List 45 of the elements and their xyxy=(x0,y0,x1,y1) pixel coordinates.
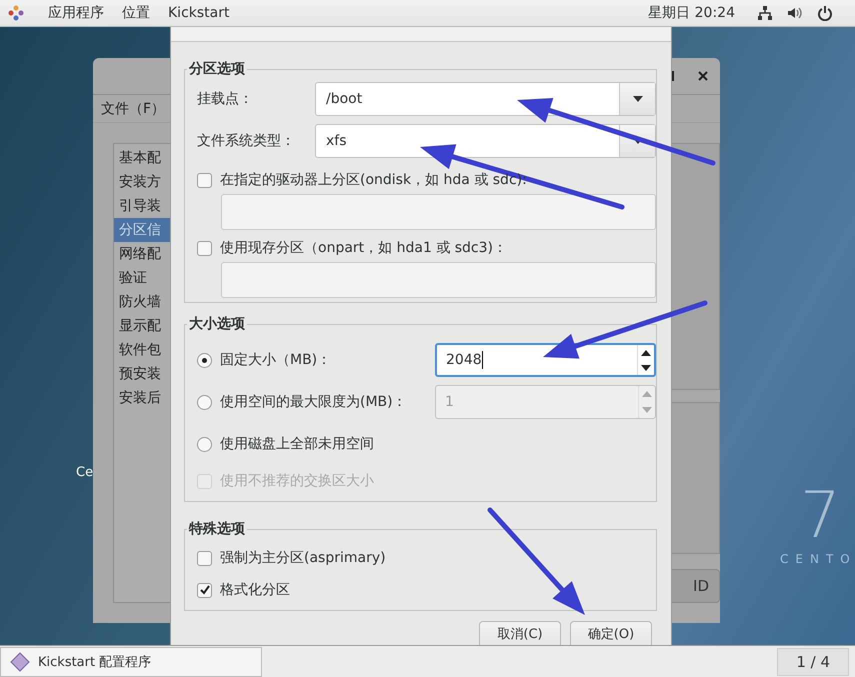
field-label: 挂载点： xyxy=(197,90,254,108)
desktop-icon-label[interactable]: Ce xyxy=(76,465,94,480)
clock[interactable]: 星期日 20:24 xyxy=(648,4,735,22)
radio-label: 使用空间的最大限度为(MB)： xyxy=(220,393,407,411)
section-title: 大小选项 xyxy=(188,315,246,333)
radio-button[interactable] xyxy=(197,352,212,368)
checkbox[interactable] xyxy=(197,582,212,598)
radio-label: 固定大小（MB)： xyxy=(220,351,332,369)
mount-point-dropdown[interactable]: /boot xyxy=(315,82,656,116)
checkbox-label: 强制为主分区(asprimary) xyxy=(220,549,386,567)
apps-icon[interactable] xyxy=(8,5,24,21)
menu-item[interactable]: 文件（F） xyxy=(101,100,166,118)
ok-button[interactable]: 确定(O) xyxy=(570,621,652,645)
volume-icon[interactable] xyxy=(787,5,803,21)
app-icon xyxy=(10,652,30,672)
up-arrow-icon[interactable] xyxy=(641,350,651,356)
close-icon[interactable] xyxy=(698,71,708,81)
field-label: 文件系统类型： xyxy=(197,132,296,150)
top-menu[interactable]: 应用程序 xyxy=(48,4,104,22)
checkbox-label: 在指定的驱动器上分区(ondisk，如 hda 或 sdc): xyxy=(220,171,527,189)
partition-field[interactable] xyxy=(221,262,656,298)
checkbox[interactable] xyxy=(197,172,212,188)
radio-label: 使用磁盘上全部未用空间 xyxy=(220,435,374,453)
size-spinbox[interactable]: 2048 xyxy=(435,343,656,377)
top-menu[interactable]: 位置 xyxy=(122,4,150,22)
logo-text: CENTO xyxy=(780,552,855,566)
radio-button[interactable] xyxy=(197,394,212,410)
checkbox[interactable] xyxy=(197,240,212,256)
checkbox-label: 格式化分区 xyxy=(220,581,290,599)
cancel-button[interactable]: 取消(C) xyxy=(479,621,561,645)
caret-icon xyxy=(632,96,642,102)
drive-field[interactable] xyxy=(221,194,656,230)
radio-button[interactable] xyxy=(197,436,212,452)
workspace-indicator[interactable]: 1 / 4 xyxy=(777,648,849,676)
power-icon[interactable] xyxy=(817,5,833,21)
section-title: 特殊选项 xyxy=(188,520,246,538)
logo-number: 7 xyxy=(800,479,841,553)
checkbox[interactable] xyxy=(197,550,212,566)
checkbox-label: 使用现存分区（onpart，如 hda1 或 sdc3)： xyxy=(220,239,507,257)
taskbar-item[interactable]: Kickstart 配置程序 xyxy=(0,646,262,676)
section-title: 分区选项 xyxy=(188,60,246,78)
checkbox-label: 使用不推荐的交换区大小 xyxy=(220,472,374,490)
top-menu[interactable]: Kickstart xyxy=(168,5,230,21)
down-arrow-icon[interactable] xyxy=(641,364,651,370)
network-icon[interactable] xyxy=(757,5,773,21)
